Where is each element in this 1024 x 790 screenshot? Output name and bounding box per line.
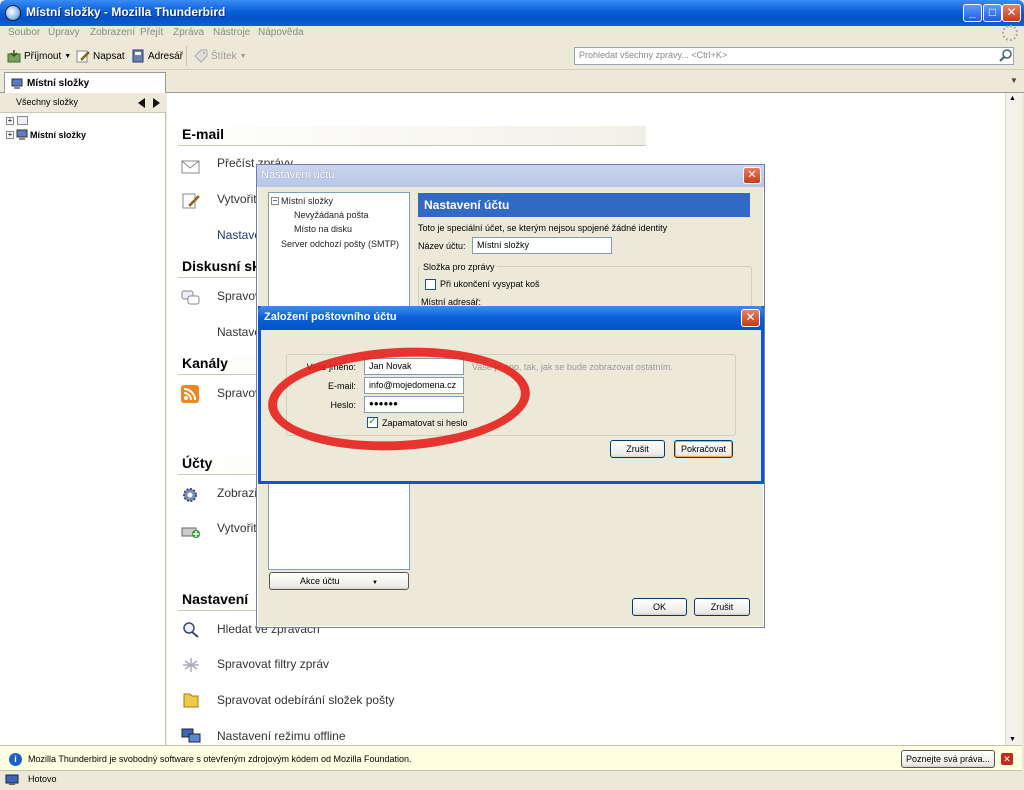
filter-icon	[183, 658, 199, 672]
status-bar: Hotovo	[0, 771, 1024, 790]
gear-icon	[183, 488, 197, 502]
message-storage-legend: Složka pro zprávy	[421, 262, 497, 272]
address-book-button[interactable]: Adresář	[131, 47, 183, 65]
empty-trash-label: Při ukončení vysypat koš	[440, 279, 540, 289]
write-icon	[76, 50, 90, 63]
get-mail-button[interactable]: Příjmout ▼	[7, 47, 71, 65]
rss-icon	[181, 385, 199, 403]
vertical-scrollbar[interactable]: ▲ ▼	[1005, 93, 1022, 745]
tree-item-disk-space[interactable]: Místo na disku	[294, 224, 352, 234]
link-create-account[interactable]: Vytvořit	[217, 521, 257, 535]
empty-trash-checkbox[interactable]	[425, 279, 436, 290]
menu-tools[interactable]: Nástroje	[213, 27, 250, 38]
link-view-account-settings[interactable]: Zobrazit	[217, 486, 260, 500]
account-name-label: Název účtu:	[418, 241, 466, 251]
section-email-title: E-mail	[178, 126, 646, 146]
menu-help[interactable]: Nápověda	[258, 27, 304, 38]
search-icon	[183, 622, 199, 638]
window-title: Místní složky - Mozilla Thunderbird	[26, 5, 226, 19]
folder-icon	[183, 693, 199, 708]
tab-list-arrow-icon[interactable]: ▼	[1010, 76, 1018, 85]
collapse-icon[interactable]: −	[271, 197, 279, 205]
menu-bar: Soubor Úpravy Zobrazení Přejít Zpráva Ná…	[0, 26, 1024, 42]
close-icon[interactable]: ✕	[1001, 753, 1013, 765]
search-icon[interactable]	[999, 49, 1013, 63]
account-settings-title: Nastavení účtu	[257, 165, 764, 187]
menu-view[interactable]: Zobrazení	[90, 27, 135, 38]
ok-button[interactable]: OK	[632, 598, 687, 616]
menu-edit[interactable]: Úpravy	[48, 27, 80, 38]
new-account-icon	[181, 527, 200, 538]
tag-icon	[194, 49, 208, 63]
account-settings-header: Nastavení účtu	[418, 193, 750, 217]
know-your-rights-button[interactable]: Poznejte svá práva...	[901, 750, 995, 768]
get-mail-icon	[7, 50, 21, 63]
link-manage-subscriptions[interactable]: Spravovat odebírání složek pošty	[217, 693, 394, 707]
computer-icon	[11, 78, 23, 89]
offline-status-icon[interactable]	[5, 774, 19, 786]
expand-icon[interactable]: +	[6, 117, 14, 125]
link-news-settings[interactable]: Nastave	[217, 325, 261, 339]
link-offline-settings[interactable]: Nastavení režimu offline	[217, 729, 346, 743]
write-button[interactable]: Napsat	[76, 47, 125, 65]
close-button[interactable]: ✕	[1002, 4, 1021, 22]
compose-icon	[182, 193, 200, 209]
toolbar-separator	[186, 46, 187, 66]
new-account-close-button[interactable]: ✕	[741, 309, 760, 327]
account-actions-button[interactable]: Akce účtu ▼	[269, 572, 409, 590]
maximize-button[interactable]: □	[983, 4, 1002, 22]
read-mail-icon	[181, 160, 200, 174]
tree-item-smtp[interactable]: Server odchozí pošty (SMTP)	[281, 239, 399, 249]
scroll-up-icon[interactable]: ▲	[1009, 95, 1016, 102]
account-name-input[interactable]: Místní složky	[472, 237, 612, 254]
info-icon: i	[9, 753, 22, 766]
throbber-icon	[1002, 25, 1018, 41]
dropdown-arrow-icon: ▼	[372, 580, 378, 586]
offline-icon	[181, 728, 201, 743]
minimize-button[interactable]: _	[963, 4, 982, 22]
thunderbird-icon	[5, 5, 21, 21]
computer-icon	[16, 129, 28, 140]
account-settings-close-button[interactable]: ✕	[743, 167, 761, 184]
notification-text: Mozilla Thunderbird je svobodný software…	[28, 754, 412, 764]
menu-message[interactable]: Zpráva	[173, 27, 204, 38]
status-text: Hotovo	[28, 774, 57, 784]
dropdown-arrow-icon[interactable]: ▼	[64, 53, 71, 60]
prev-view-arrow-icon[interactable]	[138, 98, 145, 108]
link-email-settings[interactable]: Nastave	[217, 228, 261, 242]
newsgroup-icon	[181, 290, 200, 305]
mail-account-icon	[17, 116, 28, 125]
tree-item-local-folders[interactable]: Místní složky	[281, 196, 333, 206]
next-view-arrow-icon[interactable]	[153, 98, 160, 108]
link-message-filters[interactable]: Spravovat filtry zpráv	[217, 657, 329, 671]
tag-button[interactable]: Štítek ▼	[194, 47, 247, 65]
link-compose[interactable]: Vytvořit	[217, 192, 257, 206]
menu-file[interactable]: Soubor	[8, 27, 40, 38]
folder-pane	[0, 93, 166, 745]
menu-go[interactable]: Přejít	[140, 27, 163, 38]
tree-item-junk[interactable]: Nevyžádaná pošta	[294, 210, 369, 220]
continue-button[interactable]: Pokračovat	[674, 440, 733, 458]
address-book-icon	[132, 49, 144, 63]
search-input[interactable]: Prohledat všechny zprávy... <Ctrl+K>	[574, 47, 1014, 65]
expand-icon[interactable]: +	[6, 131, 14, 139]
link-manage-newsgroups[interactable]: Spravov	[217, 289, 261, 303]
dropdown-arrow-icon: ▼	[239, 52, 247, 60]
tab-local-folders[interactable]: Místní složky	[4, 72, 166, 94]
new-account-title: Založení poštovního účtu	[258, 306, 764, 330]
folder-local-folders[interactable]: Místní složky	[30, 130, 86, 140]
scroll-down-icon[interactable]: ▼	[1009, 736, 1016, 743]
account-settings-cancel-button[interactable]: Zrušit	[694, 598, 750, 616]
notification-bar: i Mozilla Thunderbird je svobodný softwa…	[0, 745, 1022, 771]
account-description: Toto je speciální účet, se kterým nejsou…	[418, 223, 668, 233]
new-account-cancel-button[interactable]: Zrušit	[610, 440, 665, 458]
link-manage-feeds[interactable]: Spravov	[217, 386, 261, 400]
